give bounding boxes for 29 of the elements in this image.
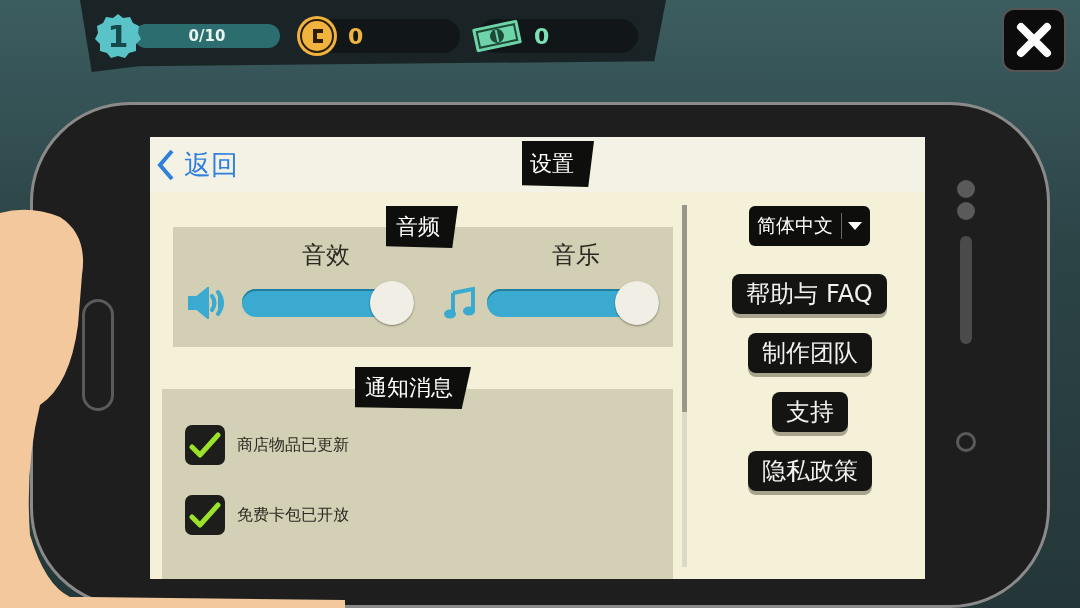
close-icon bbox=[1016, 22, 1052, 58]
checkbox-label: 商店物品已更新 bbox=[237, 434, 349, 456]
checkbox[interactable] bbox=[185, 495, 225, 535]
coin-count: 0 bbox=[348, 23, 364, 49]
cash-count: 0 bbox=[534, 23, 550, 49]
slider-label: 音效 bbox=[301, 240, 350, 271]
phone-sensor-dot bbox=[957, 202, 975, 220]
back-button[interactable]: 返回 bbox=[156, 146, 238, 183]
xp-text: 0/10 bbox=[187, 26, 227, 47]
language-dropdown[interactable]: 简体中文 bbox=[749, 206, 870, 246]
section-heading: 通知消息 bbox=[355, 367, 471, 409]
coin-icon bbox=[296, 15, 338, 57]
checkbox-label: 免费卡包已开放 bbox=[237, 504, 349, 526]
close-button[interactable] bbox=[1002, 8, 1066, 72]
screen-title: 设置 bbox=[522, 141, 594, 187]
scrollbar-thumb[interactable] bbox=[682, 205, 687, 412]
caret-icon bbox=[848, 222, 862, 230]
volume-slider[interactable] bbox=[486, 281, 659, 325]
phone-camera-ring bbox=[956, 432, 976, 452]
level-badge: 1 bbox=[94, 12, 142, 60]
music-note-icon bbox=[442, 287, 477, 319]
phone-sensor-dot bbox=[957, 180, 975, 198]
volume-slider[interactable] bbox=[241, 281, 414, 325]
slider-thumb[interactable] bbox=[369, 281, 414, 325]
checkbox[interactable] bbox=[185, 425, 225, 465]
section-heading: 音频 bbox=[386, 206, 458, 248]
slider-thumb[interactable] bbox=[614, 281, 659, 325]
slider-label: 音乐 bbox=[551, 240, 600, 271]
chevron-left-icon bbox=[156, 147, 176, 182]
